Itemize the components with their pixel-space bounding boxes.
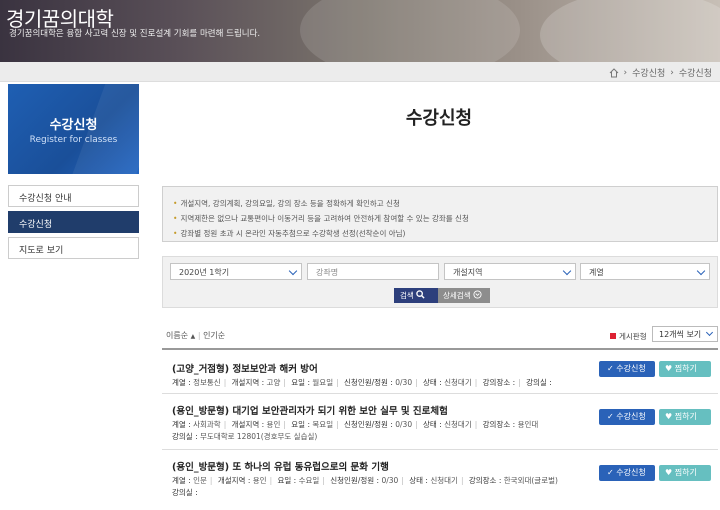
main-content: 수강신청 • 개설지역, 강의계획, 강의요일, 강의 장소 등을 정확하게 확인… [160,84,718,497]
grid-icon [610,333,616,339]
course-meta: 계열 : 인문 | 개설지역 : 용인 | 요일 : 수요일 | 신청인원/정원 : … [172,476,558,485]
sort-bar: 이름순 ▲ | 인기순 게시판형 12개씩 보기 [162,326,718,346]
site-tagline: 경기꿈의대학은 융합 사고력 신장 및 진로설계 기회를 마련해 드립니다. [9,29,261,39]
course-meta: 계열 : 정보통신 | 개설지역 : 고양 | 요일 : 월요일 | 신청인원/정원 … [172,378,552,387]
sidebar-item-map[interactable]: 지도로 보기 [8,237,139,259]
sort-options: 이름순 ▲ | 인기순 [166,331,226,340]
sort-by-popularity[interactable]: 인기순 [203,331,225,340]
list-divider [162,348,718,350]
sidebar-banner: 수강신청 Register for classes [8,84,139,174]
notice-item: • 강좌별 정원 초과 시 온라인 자동추첨으로 수강학생 선정(선착순이 아님) [173,229,406,238]
notice-item: • 개설지역, 강의계획, 강의요일, 강의 장소 등을 정확하게 확인하고 신청 [173,199,400,208]
sidebar-banner-title: 수강신청 [49,118,98,133]
board-view-toggle[interactable]: 게시판형 [610,331,647,342]
chevron-down-icon [288,266,298,276]
apply-button[interactable]: ✓ 수강신청 [599,465,655,481]
sidebar-item-guide[interactable]: 수강신청 안내 [8,185,139,207]
header-banner: 경기꿈의대학 경기꿈의대학은 융합 사고력 신장 및 진로설계 기회를 마련해 … [0,0,720,62]
breadcrumb: › 수강신청 › 수강신청 [0,62,720,82]
sidebar-item-register[interactable]: 수강신청 [8,211,139,233]
per-page-select[interactable]: 12개씩 보기 [652,326,718,342]
course-title[interactable]: (용인_방문형) 또 하나의 유럽 동유럽으로의 문화 기행 [172,459,389,473]
course-meta: 계열 : 사회과학 | 개설지역 : 용인 | 요일 : 목요일 | 신청인원/정원 … [172,420,539,429]
region-select[interactable]: 개설지역 [444,263,576,280]
semester-select[interactable]: 2020년 1학기 [170,263,302,280]
header-decoration [540,0,720,62]
notice-item: • 지역제한은 없으나 교통편이나 이동거리 등을 고려하여 안전하게 참여할 수… [173,214,469,223]
chevron-right-icon: › [623,67,628,78]
chevron-down-icon [562,266,572,276]
sidebar: 수강신청 Register for classes 수강신청 안내 수강신청 지… [8,84,139,263]
chevron-down-circle-icon [473,290,482,299]
course-row: (고양_거점형) 정보보안과 해커 방어 계열 : 정보통신 | 개설지역 : 고… [162,352,718,394]
course-row: (용인_방문형) 또 하나의 유럽 동유럽으로의 문화 기행 계열 : 인문 | … [162,450,718,510]
apply-button[interactable]: ✓ 수강신청 [599,361,655,377]
filter-panel: 2020년 1학기 강좌명 개설지역 계열 검색 상세검색 [162,256,718,308]
course-row: (용인_방문형) 대기업 보안관리자가 되기 위한 보안 실무 및 진로체험 계… [162,394,718,450]
search-button[interactable]: 검색 [394,288,442,303]
search-icon [416,290,425,299]
wishlist-button[interactable]: ♥ 찜하기 [659,409,711,425]
sidebar-banner-subtitle: Register for classes [29,135,118,145]
chevron-right-icon: › [670,67,674,78]
header-decoration [300,0,520,62]
chevron-down-icon [696,266,706,276]
home-icon[interactable] [609,67,619,78]
course-title[interactable]: (고양_거점형) 정보보안과 해커 방어 [172,361,318,375]
notice-box: • 개설지역, 강의계획, 강의요일, 강의 장소 등을 정확하게 확인하고 신청… [162,186,718,242]
sidebar-menu: 수강신청 안내 수강신청 지도로 보기 [8,185,139,259]
course-title[interactable]: (용인_방문형) 대기업 보안관리자가 되기 위한 보안 실무 및 진로체험 [172,403,448,417]
breadcrumb-item[interactable]: 수강신청 [632,66,665,79]
detail-search-button[interactable]: 상세검색 [438,288,490,303]
course-name-input[interactable]: 강좌명 [307,263,439,280]
chevron-down-icon [705,328,714,337]
apply-button[interactable]: ✓ 수강신청 [599,409,655,425]
sort-by-name[interactable]: 이름순 [166,331,188,340]
breadcrumb-item[interactable]: 수강신청 [679,66,712,79]
sort-arrow-icon: ▲ [190,333,196,340]
wishlist-button[interactable]: ♥ 찜하기 [659,465,711,481]
course-room: 강의실 : 무도대학로 12801(경호무도 실습실) [172,432,318,441]
course-room: 강의실 : [172,488,198,497]
category-select[interactable]: 계열 [580,263,710,280]
wishlist-button[interactable]: ♥ 찜하기 [659,361,711,377]
page-title: 수강신청 [405,108,473,129]
